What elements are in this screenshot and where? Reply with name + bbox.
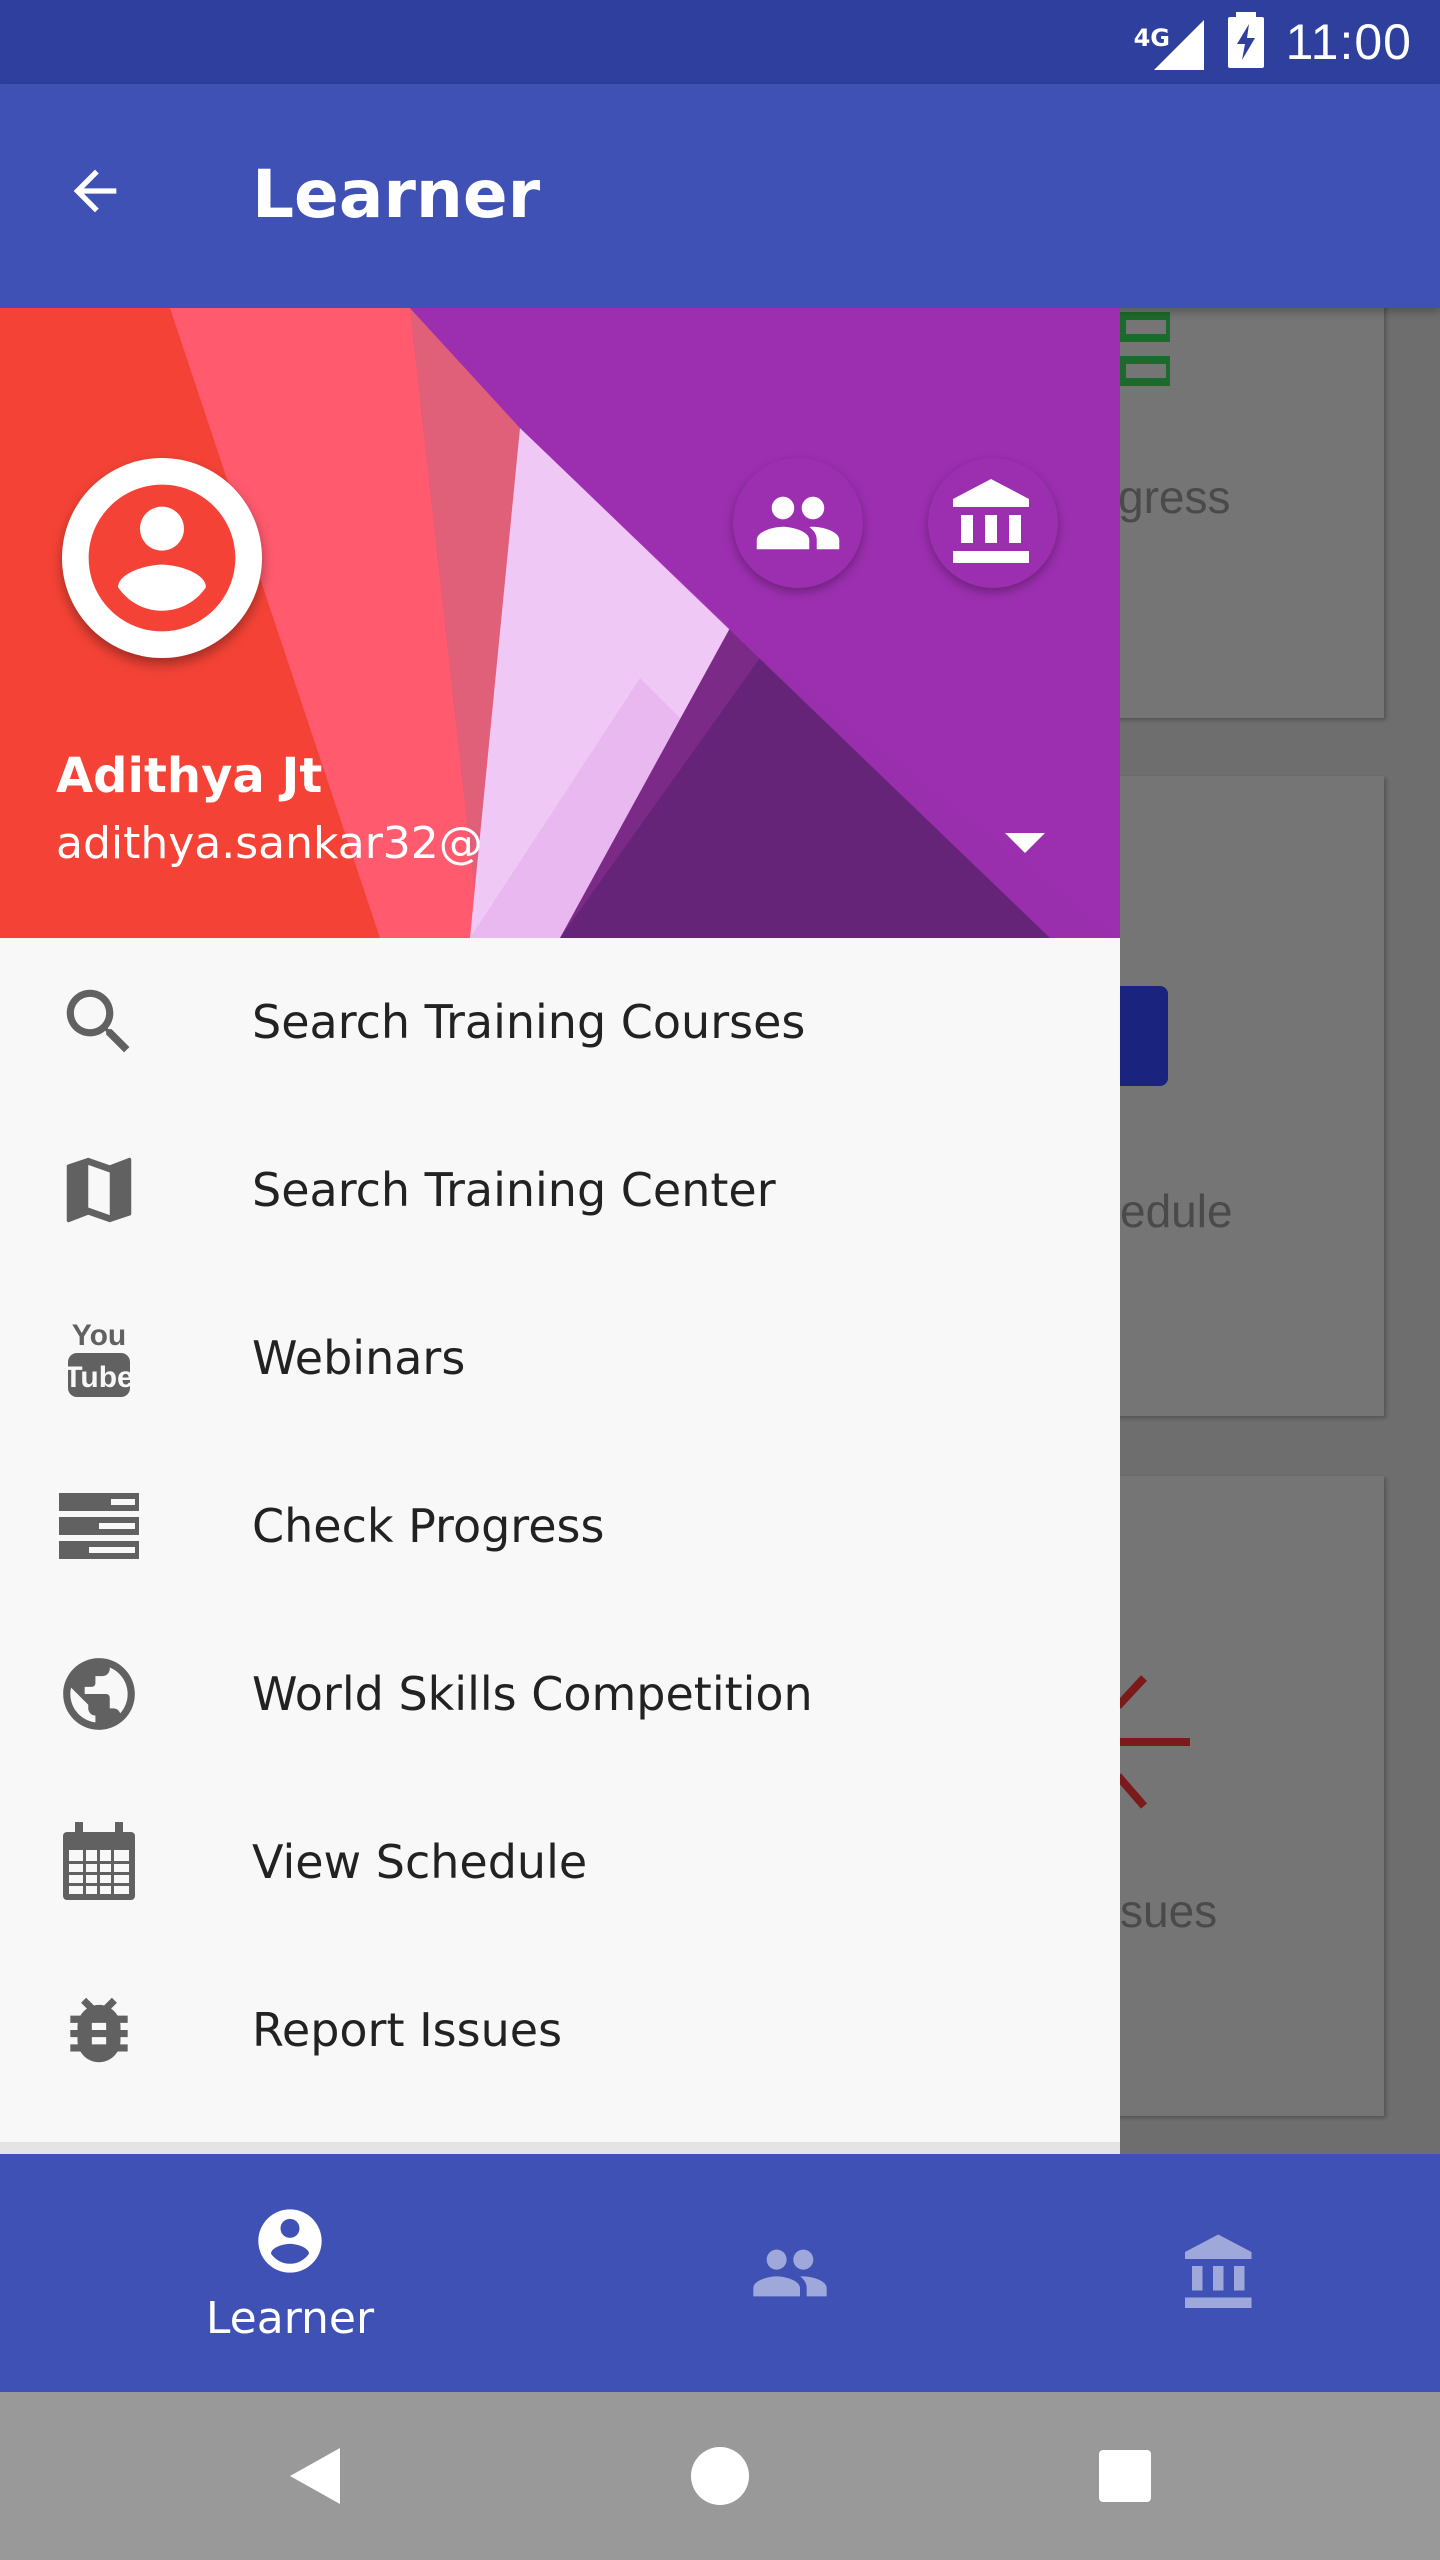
arrow-back-icon	[73, 169, 117, 213]
issues-card-icon	[1114, 1675, 1190, 1809]
drawer-header: Adithya Jt adithya.sankar32@	[0, 308, 1120, 938]
user-name: Adithya Jt	[56, 748, 323, 804]
square-recents-icon	[1099, 2450, 1151, 2502]
youtube-icon: You Tube	[56, 1315, 142, 1401]
tab-label: Learner	[205, 2292, 375, 2344]
circle-home-icon	[691, 2447, 749, 2505]
menu-item-label: Search Training Courses	[252, 995, 806, 1049]
dashboard-card-label: gress	[1118, 471, 1231, 523]
menu-item-webinars[interactable]: You Tube Webinars	[0, 1274, 1120, 1442]
group-icon	[753, 2249, 827, 2297]
clock: 11:00	[1285, 14, 1412, 70]
arrow-drop-down-icon	[1005, 833, 1045, 853]
account-circle-icon	[88, 484, 236, 632]
battery-charging-icon	[1227, 11, 1264, 73]
dashboard-card-label: edule	[1120, 1185, 1233, 1237]
tab-learner[interactable]: Learner	[170, 2154, 410, 2392]
app-bar: Learner	[0, 84, 1440, 308]
system-navigation-bar	[0, 2392, 1440, 2560]
group-icon	[756, 496, 840, 550]
system-home-button[interactable]	[680, 2436, 760, 2516]
menu-item-label: World Skills Competition	[252, 1667, 813, 1721]
map-icon	[56, 1147, 142, 1233]
triangle-back-icon	[290, 2448, 340, 2504]
institution-icon	[953, 479, 1029, 563]
menu-item-label: View Schedule	[252, 1835, 588, 1889]
dashboard-card-label: sues	[1120, 1885, 1218, 1937]
tab-trainer[interactable]	[670, 2154, 910, 2392]
progress-list-icon	[56, 1483, 142, 1569]
signal-icon: 4G	[1133, 12, 1206, 72]
institution-icon	[1185, 2234, 1252, 2308]
calendar-icon	[56, 1819, 142, 1905]
person-icon	[258, 2208, 322, 2273]
schedule-card-icon	[1120, 986, 1168, 1086]
menu-item-label: Webinars	[252, 1331, 466, 1385]
drawer-divider	[0, 2142, 1120, 2154]
menu-item-label: Search Training Center	[252, 1163, 776, 1217]
tab-institution[interactable]	[1100, 2154, 1340, 2392]
switch-trainer-button[interactable]	[733, 458, 863, 588]
menu-item-check-progress[interactable]: Check Progress	[0, 1442, 1120, 1610]
search-icon	[56, 979, 142, 1065]
svg-text:You: You	[72, 1319, 126, 1352]
switch-institution-button[interactable]	[928, 458, 1058, 588]
menu-item-world-skills-competition[interactable]: World Skills Competition	[0, 1610, 1120, 1778]
system-back-button[interactable]	[276, 2436, 356, 2516]
menu-item-search-training-center[interactable]: Search Training Center	[0, 1106, 1120, 1274]
back-button[interactable]	[50, 146, 140, 236]
menu-item-label: Check Progress	[252, 1499, 605, 1553]
menu-item-label: Report Issues	[252, 2003, 563, 2057]
user-avatar[interactable]	[62, 458, 262, 658]
bottom-navigation: Learner	[0, 2154, 1440, 2392]
account-dropdown-button[interactable]	[985, 813, 1065, 873]
menu-item-view-schedule[interactable]: View Schedule	[0, 1778, 1120, 1946]
progress-card-icon	[1114, 312, 1170, 386]
menu-item-search-training-courses[interactable]: Search Training Courses	[0, 938, 1120, 1106]
drawer-menu: Search Training Courses Search Training …	[0, 938, 1120, 2114]
page-title: Learner	[252, 156, 541, 233]
globe-icon	[56, 1651, 142, 1737]
svg-text:Tube: Tube	[64, 1361, 133, 1394]
status-bar: 4G 11:00	[0, 0, 1440, 84]
network-type: 4G	[1133, 24, 1170, 52]
navigation-drawer: Adithya Jt adithya.sankar32@ Search Trai…	[0, 308, 1120, 2154]
menu-item-report-issues[interactable]: Report Issues	[0, 1946, 1120, 2114]
system-recents-button[interactable]	[1085, 2436, 1165, 2516]
bug-icon	[56, 1987, 142, 2073]
user-email: adithya.sankar32@	[56, 818, 483, 869]
